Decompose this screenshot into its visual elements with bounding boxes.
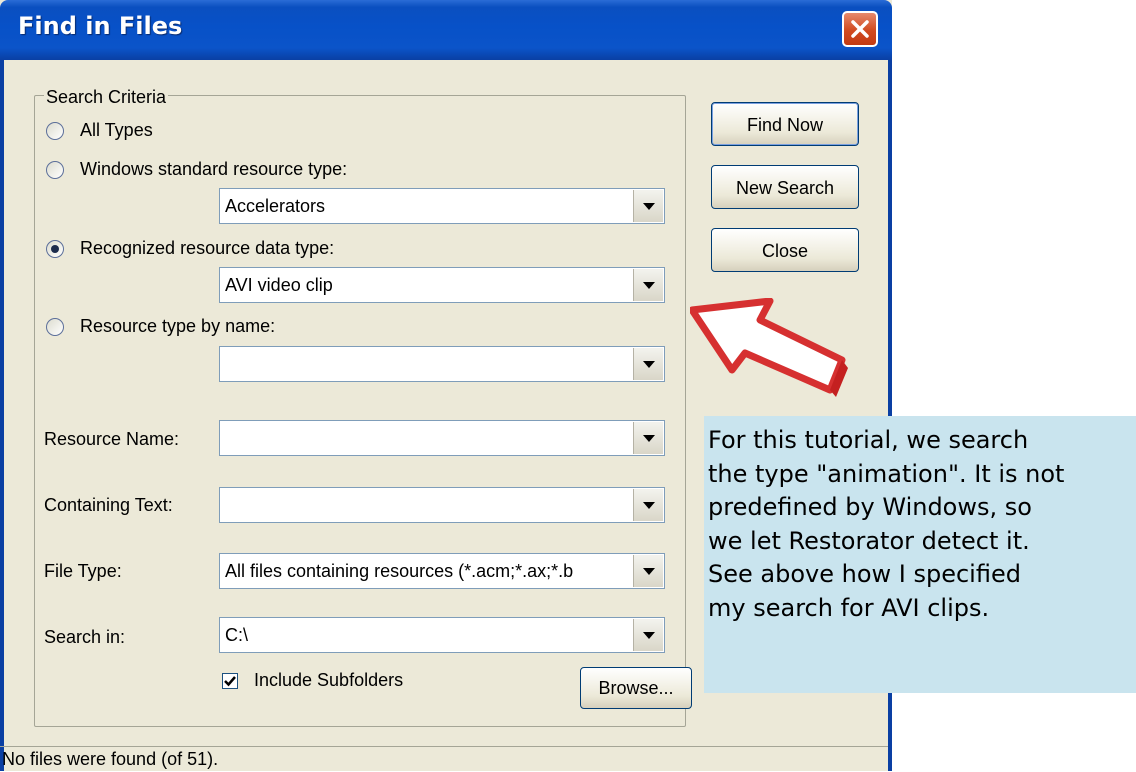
close-icon <box>851 20 869 38</box>
search-in-select[interactable]: C:\ <box>219 617 665 653</box>
callout-line: we let Restorator detect it. <box>708 526 1030 555</box>
recognized-type-value: AVI video clip <box>225 275 333 295</box>
chevron-down-icon[interactable] <box>633 190 663 222</box>
file-type-label: File Type: <box>44 561 122 581</box>
radio-button-windows-standard[interactable] <box>46 161 64 179</box>
containing-text-label: Containing Text: <box>44 495 173 515</box>
radio-label-recognized-type: Recognized resource data type: <box>80 238 335 258</box>
resource-name-select[interactable] <box>219 420 665 456</box>
windows-standard-type-select[interactable]: Accelerators <box>219 188 665 224</box>
tutorial-callout: For this tutorial, we search the type "a… <box>704 416 1136 693</box>
radio-label-all-types: All Types <box>80 120 153 140</box>
callout-line: predefined by Windows, so <box>708 493 1032 521</box>
window-frame-left <box>0 60 4 771</box>
containing-text-select[interactable] <box>219 487 665 523</box>
chevron-down-icon[interactable] <box>633 555 663 587</box>
callout-line: the type "animation". It is not <box>708 459 1065 488</box>
title-bar[interactable]: Find in Files <box>0 0 892 60</box>
file-type-value: All files containing resources (*.acm;*.… <box>225 561 574 581</box>
chevron-down-icon[interactable] <box>633 422 663 454</box>
window-title: Find in Files <box>18 12 183 40</box>
search-criteria-label: Search Criteria <box>44 87 169 108</box>
find-now-button[interactable]: Find Now <box>711 102 859 146</box>
status-text: No files were found (of 51). <box>2 749 219 769</box>
checkmark-icon <box>224 676 236 687</box>
radio-label-type-by-name: Resource type by name: <box>80 316 276 336</box>
windows-standard-type-value: Accelerators <box>225 196 326 216</box>
file-type-select[interactable]: All files containing resources (*.acm;*.… <box>219 553 665 589</box>
chevron-down-icon[interactable] <box>633 348 663 380</box>
close-button[interactable]: Close <box>711 228 859 272</box>
include-subfolders-checkbox[interactable] <box>222 673 238 689</box>
new-search-button[interactable]: New Search <box>711 165 859 209</box>
callout-line: For this tutorial, we search <box>708 426 1029 454</box>
browse-button[interactable]: Browse... <box>580 667 692 709</box>
radio-label-windows-standard: Windows standard resource type: <box>80 159 348 179</box>
radio-button-type-by-name[interactable] <box>46 318 64 336</box>
callout-arrow-icon <box>690 298 848 397</box>
search-in-value: C:\ <box>225 625 249 645</box>
radio-button-recognized-type[interactable] <box>46 240 64 258</box>
type-by-name-select[interactable] <box>219 346 665 382</box>
chevron-down-icon[interactable] <box>633 269 663 301</box>
chevron-down-icon[interactable] <box>633 489 663 521</box>
recognized-type-select[interactable]: AVI video clip <box>219 267 665 303</box>
callout-line: my search for AVI clips. <box>708 593 990 622</box>
search-in-label: Search in: <box>44 627 126 647</box>
close-window-button[interactable] <box>842 11 878 47</box>
resource-name-label: Resource Name: <box>44 429 180 449</box>
radio-button-all-types[interactable] <box>46 122 64 140</box>
callout-line: See above how I specified <box>708 560 1021 588</box>
include-subfolders-label: Include Subfolders <box>254 670 404 690</box>
chevron-down-icon[interactable] <box>633 619 663 651</box>
